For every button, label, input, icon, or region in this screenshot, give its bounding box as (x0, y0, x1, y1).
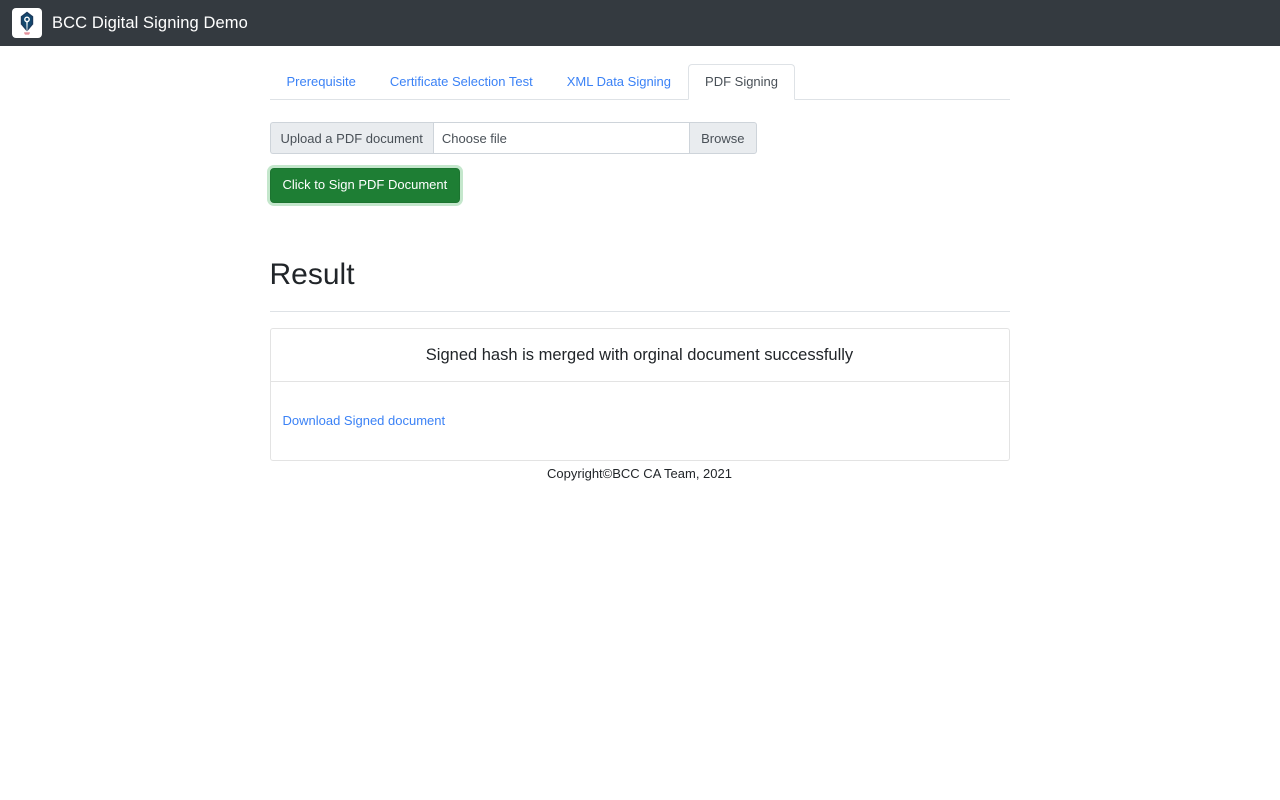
tab-certificate-selection-test[interactable]: Certificate Selection Test (373, 64, 550, 100)
brand-title: BCC Digital Signing Demo (52, 13, 248, 32)
result-heading: Result (269, 257, 355, 291)
sign-action-row: Click to Sign PDF Document (269, 168, 1010, 203)
tab-xml-data-signing[interactable]: XML Data Signing (550, 64, 688, 100)
result-card: Signed hash is merged with orginal docum… (269, 327, 1010, 462)
upload-label: Upload a PDF document (269, 122, 433, 154)
result-message: Signed hash is merged with orginal docum… (270, 329, 1009, 383)
footer-copyright: Copyright©BCC CA Team, 2021 (547, 466, 732, 482)
sign-pdf-button[interactable]: Click to Sign PDF Document (269, 168, 461, 203)
pdf-upload-group: Upload a PDF document Choose file Browse (269, 122, 757, 154)
tab-bar: Prerequisite Certificate Selection Test … (269, 62, 1010, 100)
tab-pdf-signing[interactable]: PDF Signing (688, 63, 796, 100)
pen-nib-icon (12, 8, 42, 38)
result-divider (269, 310, 1010, 312)
top-navbar: BCC Digital Signing Demo (0, 0, 1280, 46)
result-card-body: Download Signed document (271, 382, 1009, 460)
file-input[interactable]: Choose file (432, 122, 690, 154)
browse-button[interactable]: Browse (689, 122, 757, 154)
page-container: Prerequisite Certificate Selection Test … (269, 46, 1010, 482)
download-signed-document-link[interactable]: Download Signed document (283, 413, 446, 428)
tab-prerequisite[interactable]: Prerequisite (270, 64, 373, 100)
